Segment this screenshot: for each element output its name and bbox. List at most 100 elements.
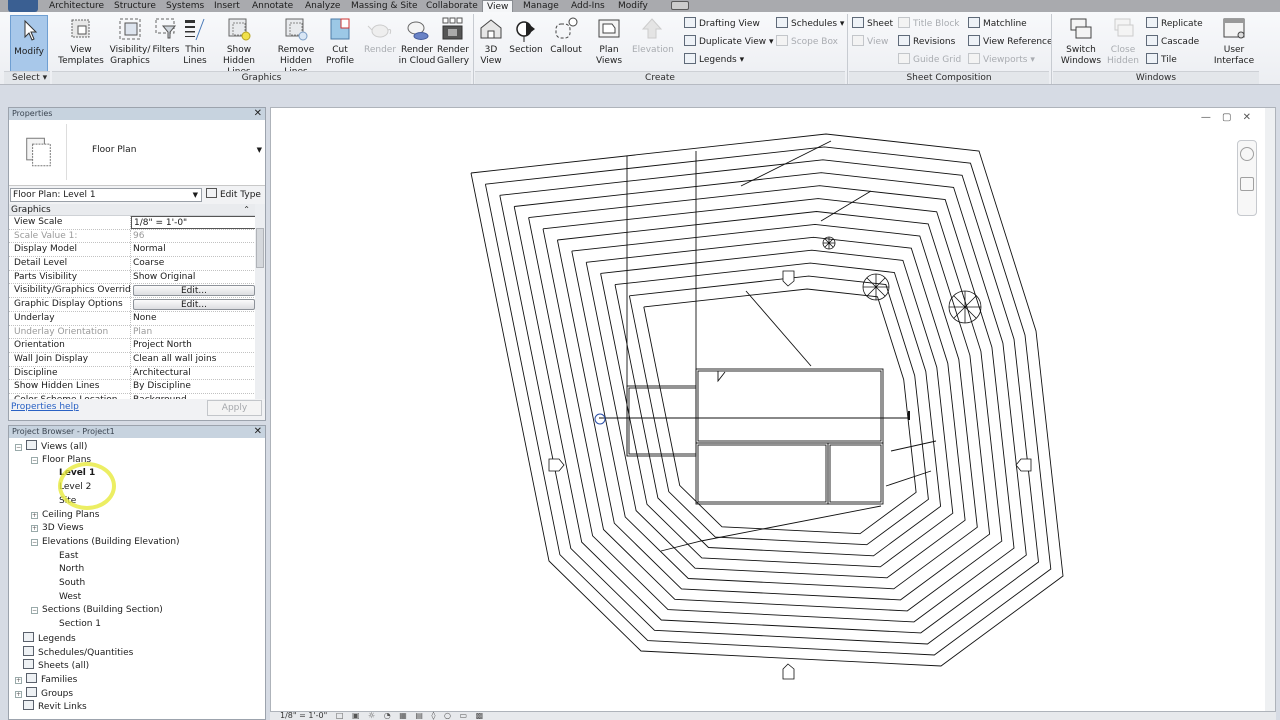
view-templates-button[interactable]: View Templates [58,16,104,67]
tab-analyze[interactable]: Analyze [301,0,344,12]
thin-lines-button[interactable]: Thin Lines [182,16,208,67]
edit-button[interactable]: Edit... [133,285,255,297]
properties-scrollbar[interactable] [255,204,265,399]
property-value[interactable]: Edit... [131,298,256,311]
zoom-region-icon[interactable] [1240,177,1254,191]
render-button[interactable]: Render [364,16,396,56]
tree-item[interactable]: Legends [23,631,76,645]
property-value[interactable]: Coarse [131,257,256,270]
tree-item[interactable]: East [59,550,78,563]
guide-grid-button[interactable]: Guide Grid [898,53,961,67]
collapse-icon[interactable]: − [15,444,22,451]
visibility-graphics-button[interactable]: Visibility/ Graphics [108,16,152,67]
tree-item[interactable]: +3D Views [31,522,84,535]
application-menu-button[interactable] [8,0,38,12]
property-value[interactable]: Architectural [131,367,256,380]
tree-item[interactable]: − Views (all) [15,440,87,453]
plan-views-button[interactable]: Plan Views [594,16,624,67]
sheet-button[interactable]: Sheet [852,17,893,31]
chevron-down-icon[interactable]: ▼ [257,146,262,154]
legends-button[interactable]: Legends ▾ [684,53,744,67]
property-value[interactable]: None [131,312,256,325]
tab-modify[interactable]: Modify [614,0,652,12]
collapse-icon[interactable]: − [31,607,38,615]
tab-structure[interactable]: Structure [110,0,160,12]
tree-item[interactable]: + Families [15,672,77,686]
tree-item[interactable]: North [59,563,84,576]
section-button[interactable]: Section [508,16,544,56]
remove-hidden-lines-button[interactable]: Remove Hidden Lines [268,16,324,78]
view-button[interactable]: View [852,35,888,49]
property-value[interactable]: By Discipline [131,380,256,393]
tree-item[interactable]: − Elevations (Building Elevation) [31,536,180,549]
group-header-graphics[interactable]: Graphics ⌃ [9,204,256,216]
elevation-button[interactable]: Elevation [632,16,674,56]
3d-view-button[interactable]: 3D View [478,16,504,67]
edit-button[interactable]: Edit... [133,299,255,311]
tile-button[interactable]: Tile [1146,53,1177,67]
collapse-icon[interactable]: ⌃ [243,204,250,216]
site-plan-drawing[interactable] [271,108,1265,713]
modify-button[interactable]: Modify [10,15,48,73]
viewports-button[interactable]: Viewports ▾ [968,53,1035,67]
property-value[interactable]: 1/8" = 1'-0" [131,216,256,229]
tab-add-ins[interactable]: Add-Ins [567,0,609,12]
tree-item[interactable]: South [59,577,85,590]
tree-item[interactable]: West [59,591,81,604]
property-value[interactable]: Clean all wall joins [131,353,256,366]
property-value[interactable]: Normal [131,243,256,256]
tab-manage[interactable]: Manage [519,0,563,12]
tree-item[interactable]: Revit Links [23,700,87,713]
close-icon[interactable]: ✕ [254,108,262,120]
quick-access-toggle[interactable] [671,1,689,10]
render-gallery-button[interactable]: Render Gallery [436,16,470,67]
tree-item[interactable]: − Sections (Building Section) [31,604,163,617]
revisions-button[interactable]: Revisions [898,35,955,49]
view-scale-control[interactable]: 1/8" = 1'-0" [280,711,327,720]
instance-selector-dropdown[interactable]: Floor Plan: Level 1 ▼ [10,188,202,202]
edit-type-button[interactable]: Edit Type [206,188,261,201]
tree-item[interactable]: Sheets (all) [23,659,89,672]
expand-icon[interactable]: + [15,676,22,684]
view-control-icons[interactable]: □ ▣ ☼ ◔ ▦ ▤ ◊ ○ ▭ ▩ [336,712,486,720]
properties-help-link[interactable]: Properties help [11,402,79,412]
cut-profile-button[interactable]: Cut Profile [326,16,354,67]
close-icon[interactable]: ✕ [254,426,262,438]
render-in-cloud-button[interactable]: Render in Cloud [398,16,436,67]
schedules-button[interactable]: Schedules ▾ [776,17,844,31]
cascade-button[interactable]: Cascade [1146,35,1199,49]
title-block-button[interactable]: Title Block [898,17,960,31]
tab-annotate[interactable]: Annotate [248,0,297,12]
navigation-bar[interactable] [1237,140,1257,216]
scope-box-button[interactable]: Scope Box [776,35,838,49]
property-value[interactable]: Project North [131,339,256,352]
vertical-scrollbar[interactable] [1265,108,1275,711]
expand-icon[interactable]: + [15,690,22,698]
show-hidden-lines-button[interactable]: Show Hidden Lines [212,16,266,78]
expand-icon[interactable]: + [31,511,38,519]
tab-insert[interactable]: Insert [210,0,244,12]
callout-button[interactable]: Callout [548,16,584,56]
select-panel-label[interactable]: Select ▾ [4,71,50,84]
type-selector[interactable]: Floor Plan ▼ [9,120,265,186]
scrollbar-thumb[interactable] [256,228,264,268]
apply-button[interactable]: Apply [207,400,262,416]
tree-item[interactable]: Section 1 [59,618,101,631]
tab-massing-site[interactable]: Massing & Site [347,0,422,12]
tab-systems[interactable]: Systems [162,0,208,12]
property-value[interactable]: Edit... [131,284,256,297]
expand-icon[interactable]: + [31,525,38,533]
view-reference-button[interactable]: View Reference [968,35,1053,49]
collapse-icon[interactable]: − [31,456,38,464]
tab-collaborate[interactable]: Collaborate [422,0,482,12]
replicate-button[interactable]: Replicate [1146,17,1203,31]
collapse-icon[interactable]: − [31,538,38,546]
view-window-controls[interactable]: — ▢ ✕ [1201,112,1255,123]
tree-item[interactable]: Schedules/Quantities [23,645,133,659]
drawing-area[interactable]: — ▢ ✕ [270,107,1276,712]
steering-wheel-icon[interactable] [1240,147,1254,161]
tree-item[interactable]: + Groups [15,686,73,700]
drafting-view-button[interactable]: Drafting View [684,17,760,31]
duplicate-view-button[interactable]: Duplicate View ▾ [684,35,773,49]
user-interface-button[interactable]: User Interface [1212,16,1256,67]
